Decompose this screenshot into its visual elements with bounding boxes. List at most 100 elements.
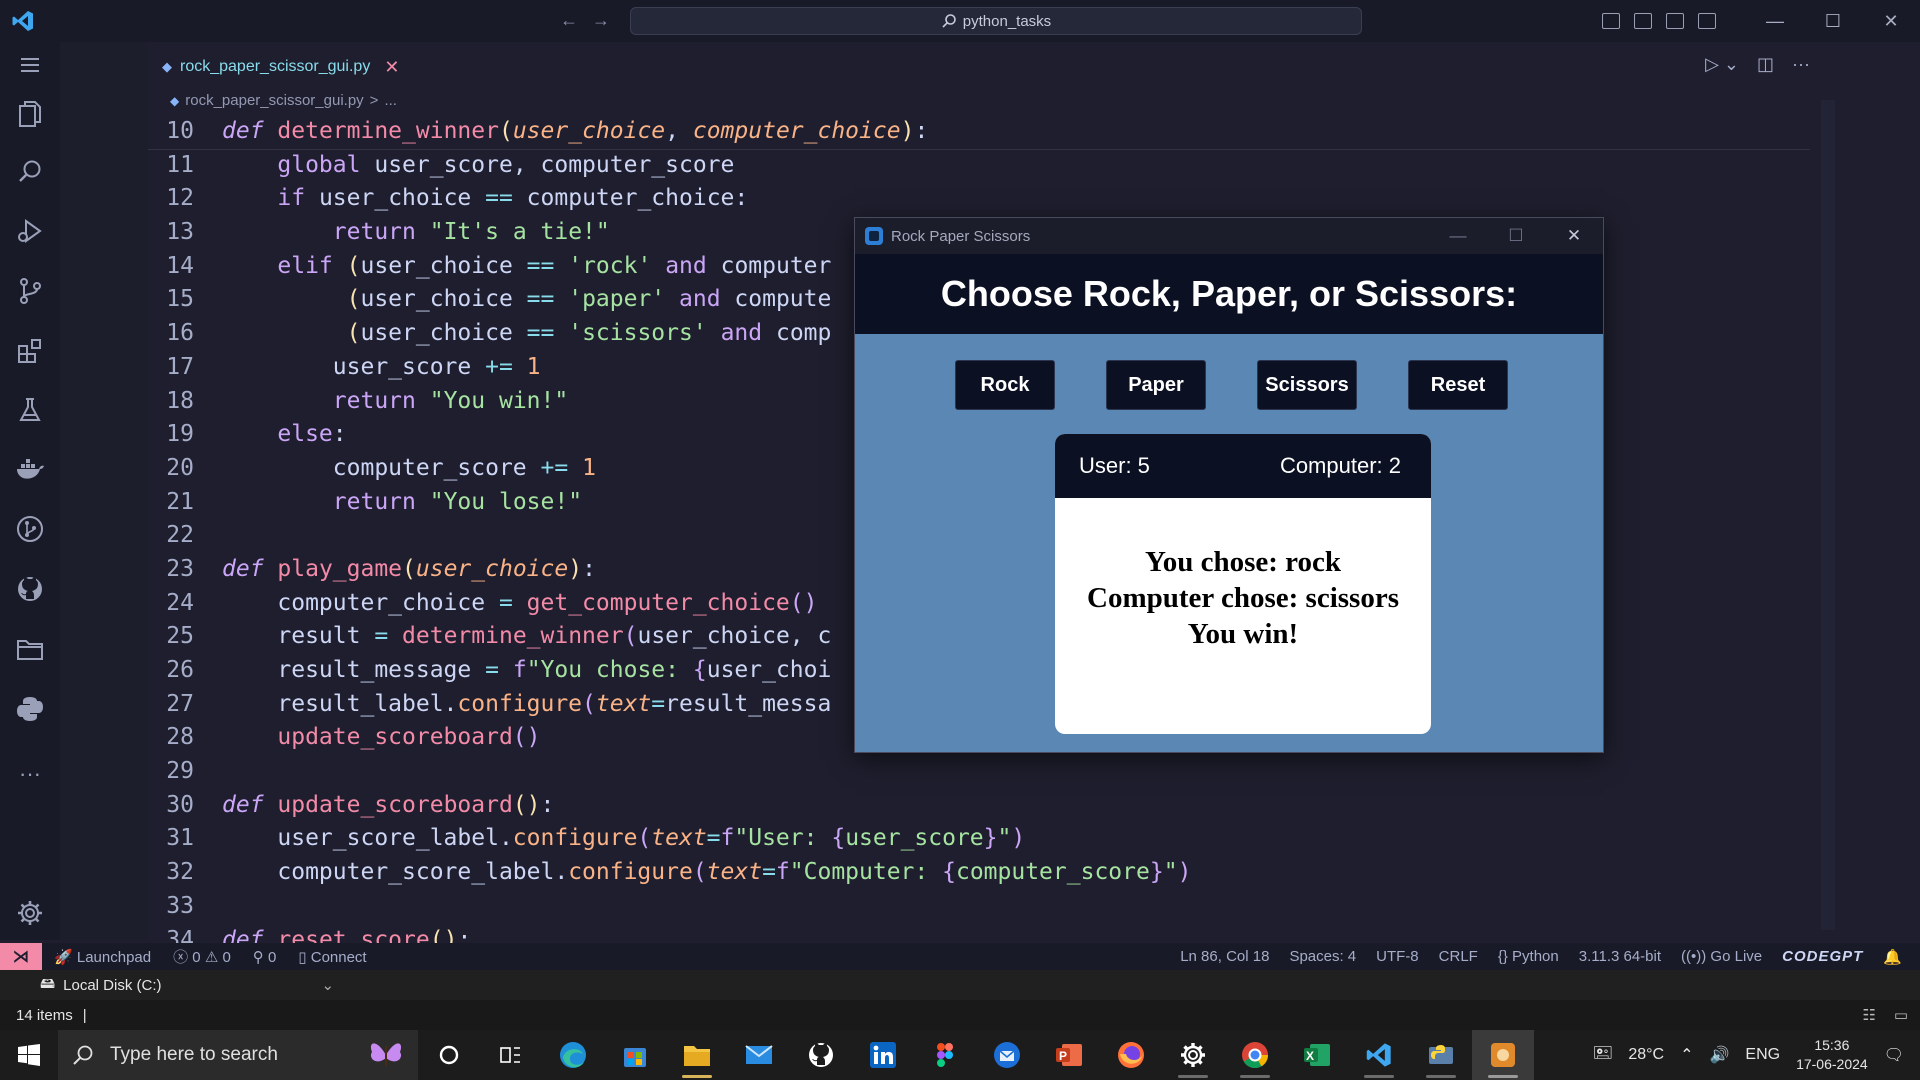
codegpt-item[interactable]: CODEGPT [1782, 948, 1863, 965]
run-python-file-icon[interactable]: ▷ ⌄ [1705, 54, 1739, 75]
indentation[interactable]: Spaces: 4 [1289, 948, 1356, 965]
menu-icon[interactable] [14, 49, 46, 81]
minimize-button[interactable]: — [1746, 11, 1804, 32]
error-icon: ⓧ [173, 949, 189, 966]
volume-icon[interactable]: 🔊 [1709, 1045, 1729, 1065]
more-actions-icon[interactable]: ··· [1792, 54, 1810, 75]
weather-icon[interactable]: 🖭 [1594, 1042, 1613, 1069]
tab-close-icon[interactable]: ✕ [384, 57, 399, 78]
breadcrumb: ◆ rock_paper_scissor_gui.py > ... [170, 92, 397, 109]
breadcrumb-separator: > [369, 92, 379, 109]
run-and-debug-icon[interactable] [14, 215, 46, 247]
chevron-down-icon[interactable]: ⌄ [322, 976, 335, 994]
settings-gear-icon[interactable] [14, 897, 46, 929]
launchpad-item[interactable]: 🚀 Launchpad [54, 948, 151, 966]
tiles-view-icon[interactable]: ▭ [1894, 1006, 1908, 1024]
command-center-search[interactable]: python_tasks [630, 7, 1362, 35]
result-panel: User: 5 Computer: 2 You chose: rock Comp… [1055, 434, 1431, 734]
game-maximize-button[interactable]: ☐ [1487, 218, 1545, 254]
figma-icon[interactable] [914, 1030, 976, 1080]
details-view-icon[interactable]: ☷ [1863, 1006, 1876, 1024]
task-view-icon[interactable] [480, 1030, 542, 1080]
edge-icon[interactable] [542, 1030, 604, 1080]
explorer-icon[interactable] [14, 98, 46, 130]
toggle-panel-icon[interactable] [1634, 13, 1652, 29]
customize-layout-icon[interactable] [1698, 13, 1716, 29]
command-center-text: python_tasks [962, 12, 1052, 30]
thunderbird-icon[interactable] [976, 1030, 1038, 1080]
vscode-icon[interactable] [1348, 1030, 1410, 1080]
split-editor-icon[interactable]: ◫ [1757, 54, 1774, 75]
rock-button[interactable]: Rock [955, 360, 1055, 410]
python-file-icon: ◆ [170, 93, 180, 108]
ports-item[interactable]: ⚲ 0 [253, 948, 277, 966]
back-arrow-icon[interactable]: ← [560, 10, 578, 31]
paper-button[interactable]: Paper [1106, 360, 1206, 410]
windows-taskbar: Type here to search P X 🖭 28°C ⌃ 🔊 ENG 1… [0, 1030, 1920, 1080]
input-language[interactable]: ENG [1745, 1046, 1780, 1064]
docker-icon[interactable] [14, 454, 46, 486]
temperature[interactable]: 28°C [1628, 1046, 1664, 1064]
game-close-button[interactable]: ✕ [1545, 218, 1603, 254]
tab-rock-paper-scissor[interactable]: ◆ rock_paper_scissor_gui.py ✕ [148, 48, 412, 84]
code-line: 31 user_score_label.configure(text=f"Use… [148, 822, 1838, 856]
mail-icon[interactable] [728, 1030, 790, 1080]
language-mode[interactable]: {} Python [1498, 948, 1559, 965]
settings-gear-icon[interactable] [1162, 1030, 1224, 1080]
line-ending[interactable]: CRLF [1439, 948, 1478, 965]
forward-arrow-icon[interactable]: → [592, 10, 610, 31]
microsoft-store-icon[interactable] [604, 1030, 666, 1080]
notification-center-icon[interactable]: 🗨 [1884, 1045, 1904, 1065]
search-icon [942, 14, 956, 28]
linkedin-icon[interactable] [852, 1030, 914, 1080]
game-window-titlebar[interactable]: Rock Paper Scissors — ☐ ✕ [855, 218, 1603, 254]
taskbar-search-box[interactable]: Type here to search [58, 1030, 418, 1080]
close-button[interactable]: ✕ [1862, 11, 1920, 32]
python-interpreter[interactable]: 3.11.3 64-bit [1579, 948, 1661, 965]
python-icon[interactable] [14, 693, 46, 725]
warnings-count: 0 [222, 949, 231, 966]
cortana-icon[interactable] [418, 1030, 480, 1080]
github-icon[interactable] [14, 573, 46, 605]
cursor-position[interactable]: Ln 86, Col 18 [1180, 948, 1269, 965]
breadcrumb-more[interactable]: ... [384, 92, 397, 109]
notifications-bell-icon[interactable]: 🔔 [1883, 948, 1902, 966]
toggle-secondary-sidebar-icon[interactable] [1666, 13, 1684, 29]
taskbar-search-placeholder: Type here to search [110, 1044, 278, 1065]
more-views-icon[interactable]: ··· [14, 758, 46, 790]
python-idle-icon[interactable] [1410, 1030, 1472, 1080]
extensions-icon[interactable] [14, 335, 46, 367]
firefox-icon[interactable] [1100, 1030, 1162, 1080]
errors-count: 0 [192, 949, 201, 966]
game-minimize-button[interactable]: — [1429, 218, 1487, 254]
line-number: 10 [166, 118, 194, 144]
toggle-primary-sidebar-icon[interactable] [1602, 13, 1620, 29]
project-manager-icon[interactable] [14, 633, 46, 665]
connect-item[interactable]: ▯ Connect [298, 948, 366, 966]
source-control-icon[interactable] [14, 275, 46, 307]
line-number: 25 [166, 623, 194, 650]
problems-item[interactable]: ⓧ 0 ⚠ 0 [173, 946, 231, 967]
git-graph-icon[interactable] [14, 513, 46, 545]
scissors-button[interactable]: Scissors [1257, 360, 1357, 410]
explorer-location[interactable]: Local Disk (C:) [63, 977, 161, 994]
github-desktop-icon[interactable] [790, 1030, 852, 1080]
maximize-button[interactable]: ☐ [1804, 11, 1862, 32]
chevron-up-icon[interactable]: ⌃ [1680, 1045, 1693, 1065]
reset-button[interactable]: Reset [1408, 360, 1508, 410]
excel-icon[interactable]: X [1286, 1030, 1348, 1080]
chrome-icon[interactable] [1224, 1030, 1286, 1080]
encoding[interactable]: UTF-8 [1376, 948, 1419, 965]
testing-icon[interactable] [14, 394, 46, 426]
powerpoint-icon[interactable]: P [1038, 1030, 1100, 1080]
tk-app-taskbar-icon[interactable] [1472, 1030, 1534, 1080]
taskbar-clock[interactable]: 15:36 17-06-2024 [1796, 1036, 1868, 1074]
remote-indicator-icon[interactable]: ⋊ [0, 943, 42, 970]
windows-start-icon[interactable] [0, 1030, 58, 1080]
file-explorer-icon[interactable] [666, 1030, 728, 1080]
svg-text:X: X [1306, 1049, 1314, 1063]
go-live-item[interactable]: ((•)) Go Live [1681, 948, 1762, 965]
line-number: 33 [166, 892, 194, 919]
breadcrumb-file[interactable]: rock_paper_scissor_gui.py [185, 92, 363, 109]
search-icon[interactable] [14, 156, 46, 188]
